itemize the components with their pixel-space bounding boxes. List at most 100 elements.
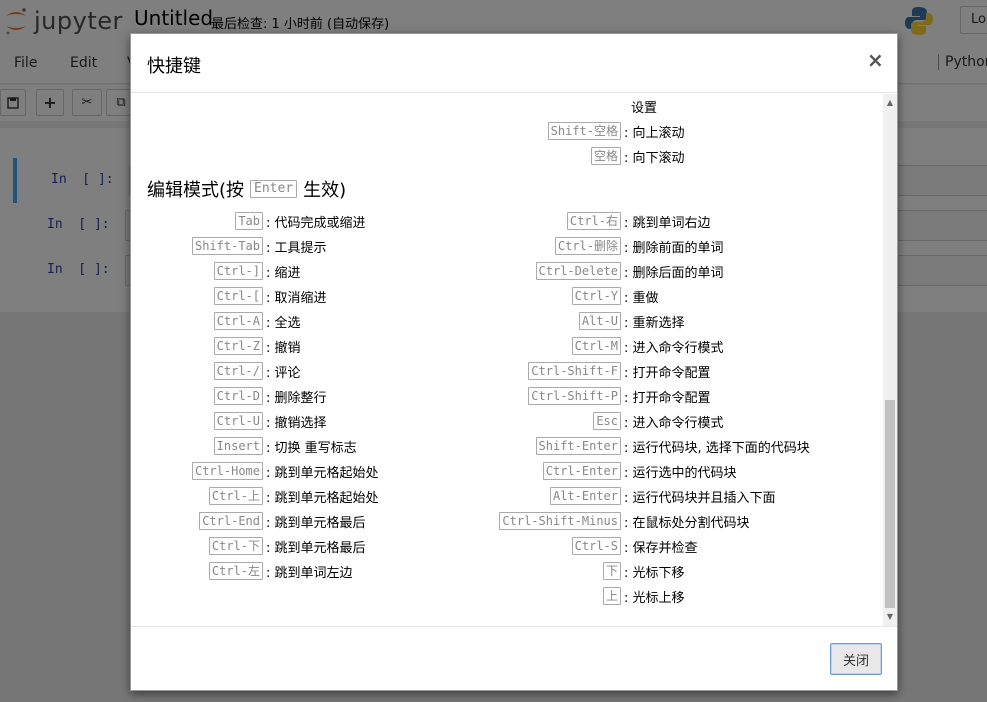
scroll-up-icon[interactable]: ▲ <box>883 96 897 110</box>
shortcut-key: Insert <box>213 437 263 455</box>
shortcut-key: Ctrl-S <box>571 537 621 555</box>
shortcut-desc: : 取消缩进 <box>266 290 327 306</box>
section-heading: 编辑模式(按 Enter 生效) <box>147 176 346 202</box>
shortcut-row: Ctrl-Y: 重做 <box>571 286 659 306</box>
shortcut-row: Ctrl-M: 进入命令行模式 <box>571 336 724 356</box>
shortcut-key: Ctrl-Z <box>213 337 263 355</box>
section-title-suffix: 生效) <box>303 180 347 201</box>
shortcut-key: 下 <box>602 562 621 580</box>
shortcut-row: Ctrl-删除: 删除前面的单词 <box>554 236 724 256</box>
shortcut-row: Ctrl-U: 撤销选择 <box>213 411 327 431</box>
shortcut-row: Ctrl-D: 删除整行 <box>213 386 327 406</box>
scroll-down-icon[interactable]: ▼ <box>883 610 897 624</box>
shortcut-row: Insert: 切换 重写标志 <box>213 436 357 456</box>
shortcut-desc: : 全选 <box>266 315 301 331</box>
shortcut-desc: : 光标上移 <box>624 590 685 606</box>
shortcut-desc: : 运行代码块并且插入下面 <box>624 490 776 506</box>
shortcut-row: Ctrl-下: 跳到单元格最后 <box>208 536 366 556</box>
shortcuts-modal: 快捷键 × 设置 Shift-空格 : 向上滚动 空格 : 向下滚动 编辑模式(… <box>130 33 898 691</box>
shortcut-desc: : 光标下移 <box>624 565 685 581</box>
shortcut-key: 空格 <box>590 147 621 165</box>
shortcut-row: Ctrl-S: 保存并检查 <box>571 536 698 556</box>
shortcut-desc: : 向上滚动 <box>624 125 685 141</box>
shortcut-desc: : 删除后面的单词 <box>624 265 724 281</box>
shortcut-key: Alt-U <box>578 312 621 330</box>
shortcut-desc: : 进入命令行模式 <box>624 415 724 431</box>
shortcut-key: Shift-Enter <box>535 437 621 455</box>
shortcut-key: Ctrl-左 <box>208 562 263 580</box>
section-title-key: Enter <box>250 180 298 198</box>
modal-scrollbar[interactable]: ▲ ▼ <box>883 94 897 626</box>
shortcut-row: Esc: 进入命令行模式 <box>593 411 724 431</box>
shortcut-desc: : 重新选择 <box>624 315 685 331</box>
shortcut-key: Ctrl-下 <box>208 537 263 555</box>
shortcut-desc: : 打开命令配置 <box>624 365 711 381</box>
shortcut-list: 设置 Shift-空格 : 向上滚动 空格 : 向下滚动 编辑模式(按 Ente… <box>131 94 883 626</box>
shortcut-desc: : 打开命令配置 <box>624 390 711 406</box>
shortcut-row: Tab: 代码完成或缩进 <box>235 211 366 231</box>
shortcut-key: Ctrl-A <box>213 312 263 330</box>
shortcut-key: Ctrl-删除 <box>554 237 621 255</box>
shortcut-key: Tab <box>235 212 263 230</box>
shortcut-desc: : 跳到单词左边 <box>266 565 353 581</box>
shortcut-row: Ctrl-上: 跳到单元格起始处 <box>208 486 379 506</box>
shortcut-row: Shift-Tab: 工具提示 <box>191 236 327 256</box>
shortcut-row: Ctrl-End: 跳到单元格最后 <box>199 511 366 531</box>
close-icon[interactable]: × <box>867 48 884 72</box>
shortcut-desc: : 跳到单元格起始处 <box>266 490 379 506</box>
shortcut-key: Ctrl-D <box>213 387 263 405</box>
shortcut-row: Ctrl-Delete: 删除后面的单词 <box>535 261 724 281</box>
shortcut-key: Ctrl-] <box>213 262 263 280</box>
shortcut-key: Alt-Enter <box>549 487 621 505</box>
shortcut-key: Ctrl-[ <box>213 287 263 305</box>
shortcut-desc: : 保存并检查 <box>624 540 698 556</box>
modal-title: 快捷键 <box>147 56 201 77</box>
shortcut-desc: : 运行选中的代码块 <box>624 465 737 481</box>
shortcut-row: Ctrl-]: 缩进 <box>213 261 301 281</box>
shortcut-desc: : 进入命令行模式 <box>624 340 724 356</box>
shortcut-desc: : 跳到单词右边 <box>624 215 711 231</box>
shortcut-desc: : 撤销选择 <box>266 415 327 431</box>
shortcut-key: Ctrl-/ <box>213 362 263 380</box>
shortcut-row: Shift-Enter: 运行代码块, 选择下面的代码块 <box>535 436 810 456</box>
shortcut-desc: : 撤销 <box>266 340 301 356</box>
modal-footer: 关闭 <box>131 626 897 691</box>
shortcut-key: Ctrl-Shift-Minus <box>499 512 621 530</box>
shortcut-desc: : 在鼠标处分割代码块 <box>624 515 750 531</box>
section-title-prefix: 编辑模式(按 <box>147 180 245 201</box>
shortcut-desc: : 跳到单元格起始处 <box>266 465 379 481</box>
shortcut-desc: : 运行代码块, 选择下面的代码块 <box>624 440 810 456</box>
shortcut-desc: : 删除前面的单词 <box>624 240 724 256</box>
shortcut-key: Ctrl-End <box>199 512 263 530</box>
shortcut-row: Alt-Enter: 运行代码块并且插入下面 <box>549 486 776 506</box>
modal-header: 快捷键 × <box>131 34 897 93</box>
shortcut-row: Ctrl-Shift-F: 打开命令配置 <box>528 361 711 381</box>
shortcut-row: Ctrl-Shift-P: 打开命令配置 <box>528 386 711 406</box>
shortcut-key: Ctrl-Shift-F <box>528 362 621 380</box>
shortcut-key: Shift-空格 <box>547 122 621 140</box>
shortcut-row: Ctrl-Enter: 运行选中的代码块 <box>542 461 737 481</box>
shortcut-desc: : 跳到单元格最后 <box>266 515 366 531</box>
shortcut-key: 上 <box>602 587 621 605</box>
shortcut-row: 上: 光标上移 <box>602 586 685 606</box>
shortcut-desc: : 切换 重写标志 <box>266 440 357 456</box>
shortcut-desc: : 代码完成或缩进 <box>266 215 366 231</box>
modal-body: 设置 Shift-空格 : 向上滚动 空格 : 向下滚动 编辑模式(按 Ente… <box>131 94 897 626</box>
shortcut-key: Ctrl-右 <box>566 212 621 230</box>
shortcut-key: Ctrl-Enter <box>542 462 621 480</box>
shortcut-key: Shift-Tab <box>191 237 263 255</box>
close-button[interactable]: 关闭 <box>830 643 882 675</box>
shortcut-row: Ctrl-/: 评论 <box>213 361 301 381</box>
shortcut-desc: : 向下滚动 <box>624 150 685 166</box>
settings-text: 设置 <box>631 101 658 116</box>
shortcut-key: Esc <box>593 412 621 430</box>
shortcut-desc: : 评论 <box>266 365 301 381</box>
shortcut-desc: : 删除整行 <box>266 390 327 406</box>
shortcut-key: Ctrl-Y <box>571 287 621 305</box>
scroll-thumb[interactable] <box>885 400 895 608</box>
shortcut-row: Ctrl-Z: 撤销 <box>213 336 301 356</box>
shortcut-row: Ctrl-右: 跳到单词右边 <box>566 211 711 231</box>
shortcut-row: Alt-U: 重新选择 <box>578 311 685 331</box>
shortcut-key: Ctrl-上 <box>208 487 263 505</box>
shortcut-key: Ctrl-M <box>571 337 621 355</box>
